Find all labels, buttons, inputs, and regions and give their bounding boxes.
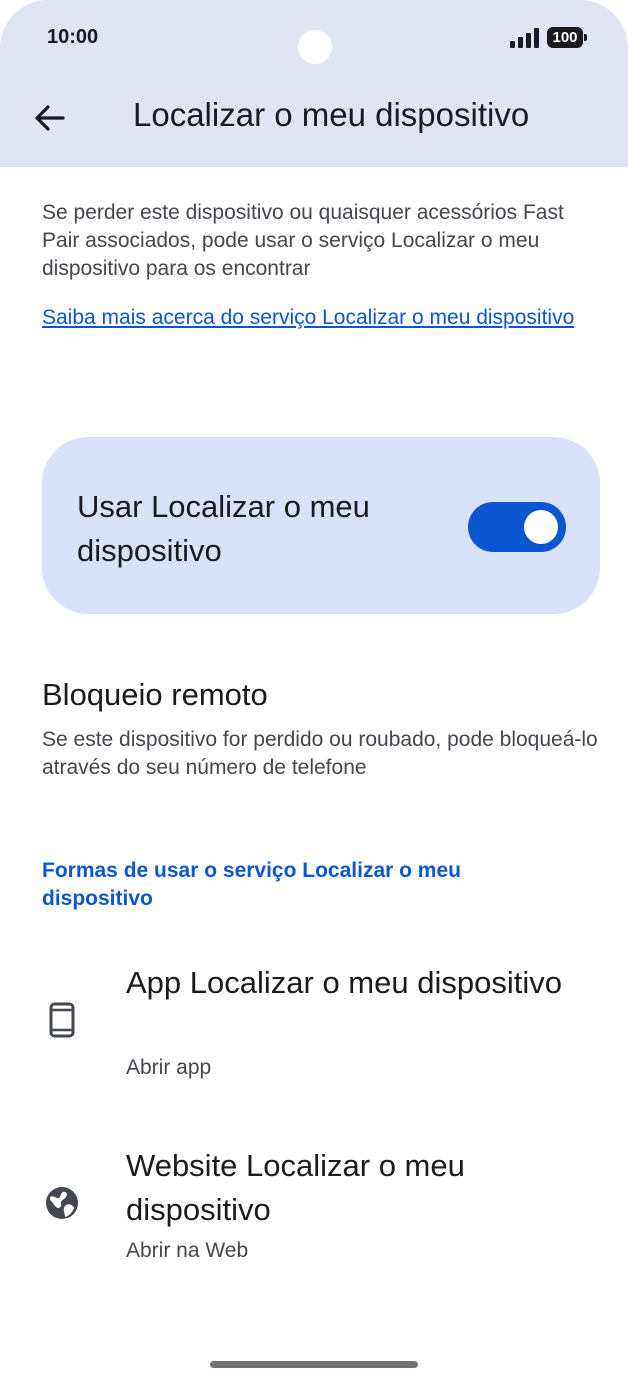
toggle-label: Usar Localizar o meu dispositivo [77, 489, 370, 568]
learn-more-link[interactable]: Saiba mais acerca do serviço Localizar o… [42, 300, 582, 335]
use-find-my-device-switch[interactable] [468, 502, 566, 552]
app-item-subtitle: Abrir app [126, 1056, 212, 1079]
globe-icon [46, 1187, 78, 1219]
settings-screen: 10:00 100 Localizar o meu dispositivo Se… [0, 0, 628, 1381]
app-item-title: App Localizar o meu dispositivo [126, 965, 562, 1000]
website-item[interactable]: Website Localizar o meu dispositivo Abri… [0, 1141, 628, 1271]
camera-cutout [298, 30, 332, 64]
website-item-title: Website Localizar o meu dispositivo [126, 1148, 465, 1227]
battery-icon: 100 [547, 27, 587, 48]
intro-description: Se perder este dispositivo ou quaisquer … [42, 201, 564, 280]
battery-level: 100 [552, 29, 578, 46]
app-item[interactable]: App Localizar o meu dispositivo Abrir ap… [0, 958, 628, 1088]
home-indicator[interactable] [210, 1361, 418, 1368]
arrow-back-icon[interactable] [30, 98, 70, 138]
top-app-bar: 10:00 100 Localizar o meu dispositivo [0, 0, 628, 167]
switch-thumb [524, 510, 558, 544]
website-item-subtitle: Abrir na Web [126, 1239, 249, 1262]
remote-lock-title: Bloqueio remoto [42, 677, 268, 712]
section-header: Formas de usar o serviço Localizar o meu… [42, 859, 461, 910]
remote-lock-subtitle: Se este dispositivo for perdido ou rouba… [42, 728, 598, 779]
status-time: 10:00 [47, 26, 99, 48]
page-title: Localizar o meu dispositivo [133, 96, 530, 133]
smartphone-icon [49, 1002, 75, 1038]
use-find-my-device-toggle-row[interactable]: Usar Localizar o meu dispositivo [42, 437, 600, 614]
signal-icon [510, 28, 539, 48]
